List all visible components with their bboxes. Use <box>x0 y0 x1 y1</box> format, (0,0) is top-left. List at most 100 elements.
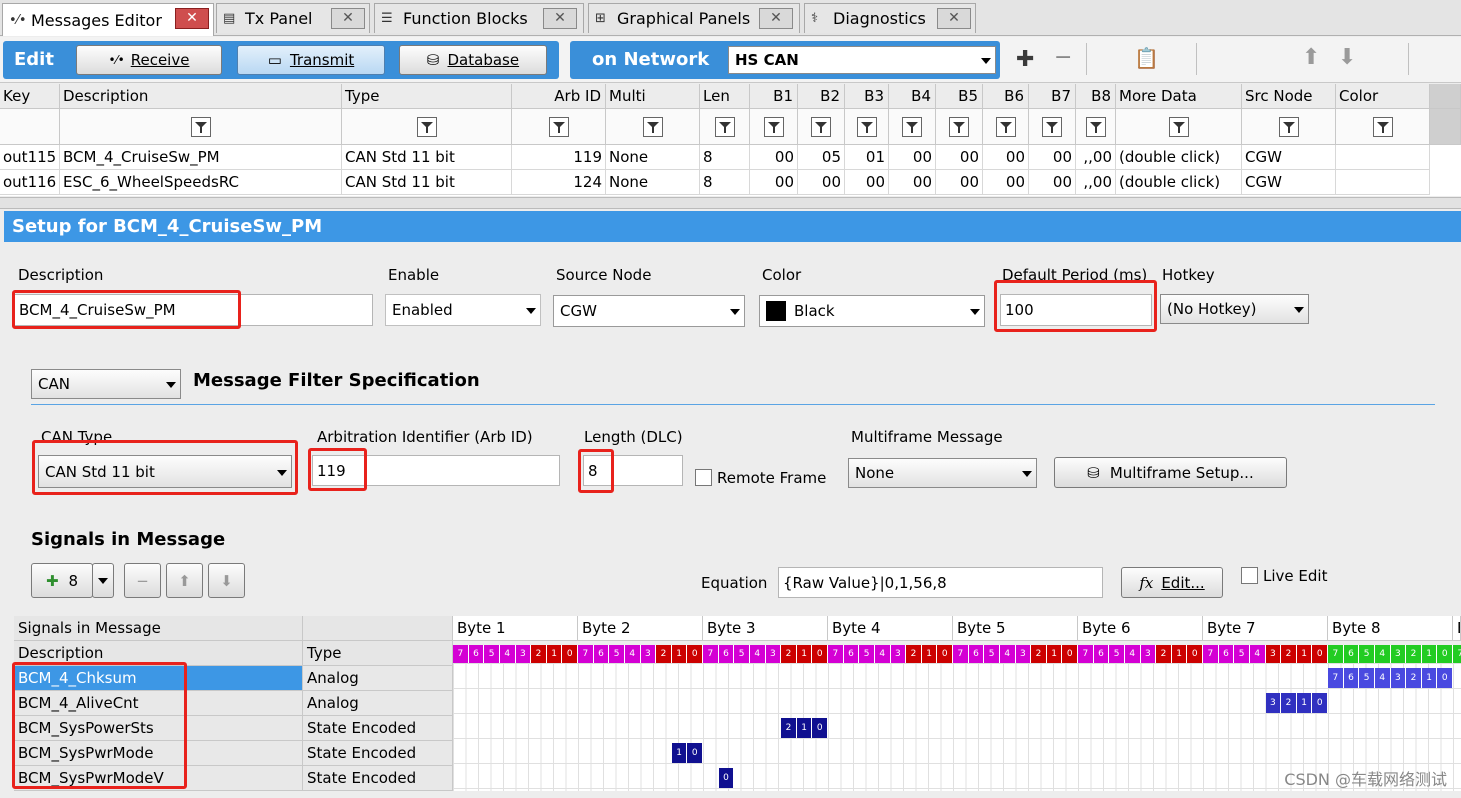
protocol-select[interactable]: CAN <box>31 369 181 399</box>
filter-icon[interactable] <box>548 116 569 137</box>
filter-icon[interactable] <box>902 116 922 137</box>
grid-scroll-gutter <box>1430 84 1461 109</box>
filter-icon[interactable] <box>1372 116 1393 137</box>
col-header-len[interactable]: Len <box>700 84 750 109</box>
bit-header-cell: 1 <box>796 645 813 663</box>
bit-header-cell: 6 <box>1343 645 1360 663</box>
edit-equation-button[interactable]: fx Edit... <box>1121 567 1223 598</box>
filter-icon[interactable] <box>763 116 784 137</box>
add-icon[interactable]: ✚ <box>1016 47 1034 72</box>
filter-icon[interactable] <box>949 116 969 137</box>
col-header-b4[interactable]: B4 <box>889 84 936 109</box>
filter-icon[interactable] <box>1278 116 1299 137</box>
col-header-description[interactable]: Description <box>60 84 342 109</box>
col-header-b8[interactable]: B8 <box>1076 84 1116 109</box>
col-header-arb-id[interactable]: Arb ID <box>512 84 606 109</box>
cell-b3: 01 <box>845 145 889 170</box>
add-signal-dropdown[interactable] <box>92 563 114 598</box>
byte-header: Byte 4 <box>828 616 953 641</box>
filter-icon[interactable] <box>995 116 1016 137</box>
equation-field[interactable]: {Raw Value}|0,1,56,8 <box>778 567 1103 598</box>
col-header-more-data[interactable]: More Data <box>1116 84 1242 109</box>
bit-header-cell: 1 <box>1296 645 1313 663</box>
col-header-color[interactable]: Color <box>1336 84 1430 109</box>
tab-messages-editor[interactable]: •⁄• Messages Editor ✕ <box>2 3 214 36</box>
filter-icon[interactable] <box>856 116 877 137</box>
col-header-description[interactable]: Description <box>14 641 303 666</box>
filter-cell <box>936 109 983 145</box>
close-icon[interactable]: ✕ <box>759 8 793 29</box>
multiframe-setup-button[interactable]: ⛁ Multiframe Setup... <box>1054 457 1287 488</box>
paste-icon[interactable]: 📋 <box>1134 46 1159 70</box>
filter-icon[interactable] <box>1168 116 1189 137</box>
move-up-icon[interactable]: ⬆ <box>1302 45 1320 70</box>
move-down-icon[interactable]: ⬇ <box>1338 45 1356 70</box>
multiframe-select[interactable]: None <box>848 458 1037 488</box>
col-header-src-node[interactable]: Src Node <box>1242 84 1336 109</box>
move-signal-down-button[interactable]: ⬇ <box>208 563 245 598</box>
close-icon[interactable]: ✕ <box>543 8 577 29</box>
description-field[interactable]: BCM_4_CruiseSw_PM <box>14 294 373 326</box>
tab-tx-panel[interactable]: ▤ Tx Panel ✕ <box>216 3 370 33</box>
col-header-b6[interactable]: B6 <box>983 84 1029 109</box>
signal-bit: 2 <box>781 718 797 738</box>
bit-header-cell: 7 <box>1078 645 1094 663</box>
col-header-b3[interactable]: B3 <box>845 84 889 109</box>
tab-graphical-panels[interactable]: ⊞ Graphical Panels ✕ <box>588 3 800 33</box>
close-icon[interactable]: ✕ <box>175 8 209 29</box>
col-header-b5[interactable]: B5 <box>936 84 983 109</box>
live-edit-checkbox[interactable] <box>1241 567 1258 584</box>
signal-bit: 1 <box>1421 668 1438 688</box>
col-header-b7[interactable]: B7 <box>1029 84 1076 109</box>
source-node-select[interactable]: CGW <box>553 295 745 327</box>
filter-icon[interactable] <box>190 116 211 137</box>
splitter[interactable] <box>0 197 1461 209</box>
add-signal-button[interactable]: ✚ 8 <box>31 563 93 598</box>
remove-icon[interactable]: − <box>1054 45 1072 70</box>
remote-frame-checkbox[interactable] <box>695 469 712 486</box>
period-field[interactable]: 100 <box>1000 294 1152 326</box>
tab-function-blocks[interactable]: ☰ Function Blocks ✕ <box>374 3 584 33</box>
bit-header-cell: 2 <box>656 645 672 663</box>
chevron-down-icon <box>526 308 536 314</box>
hotkey-select[interactable]: (No Hotkey) <box>1160 294 1309 324</box>
filter-icon[interactable] <box>642 116 663 137</box>
close-icon[interactable]: ✕ <box>937 8 971 29</box>
filter-icon[interactable] <box>1042 116 1062 137</box>
cell-b4: 00 <box>889 145 936 170</box>
filter-icon[interactable] <box>416 116 437 137</box>
receive-button[interactable]: •⁄• Receive <box>76 45 222 75</box>
color-select[interactable]: Black <box>759 295 985 327</box>
bit-header-cell: 2 <box>1031 645 1047 663</box>
filter-icon[interactable] <box>1085 116 1106 137</box>
move-signal-up-button[interactable]: ⬆ <box>166 563 203 598</box>
col-header-type[interactable]: Type <box>342 84 512 109</box>
database-button[interactable]: ⛁ Database <box>399 45 547 75</box>
col-header-b2[interactable]: B2 <box>798 84 845 109</box>
remove-signal-button[interactable]: − <box>124 563 161 598</box>
transmit-button[interactable]: ▭ Transmit <box>237 45 385 75</box>
signal-type: State Encoded <box>303 716 453 741</box>
tab-diagnostics[interactable]: ⚕ Diagnostics ✕ <box>804 3 976 33</box>
filter-icon[interactable] <box>811 116 831 137</box>
network-select[interactable]: HS CAN <box>728 46 996 74</box>
cell-more-data[interactable]: (double click) <box>1116 170 1242 195</box>
cell-more-data[interactable]: (double click) <box>1116 145 1242 170</box>
col-header-multi[interactable]: Multi <box>606 84 700 109</box>
arb-id-field[interactable]: 119 <box>312 455 560 486</box>
close-icon[interactable]: ✕ <box>331 8 365 29</box>
col-header-b1[interactable]: B1 <box>750 84 798 109</box>
source-node-label: Source Node <box>556 266 652 284</box>
cell-b2: 05 <box>798 145 845 170</box>
enable-select[interactable]: Enabled <box>385 294 541 326</box>
col-header-key[interactable]: Key <box>0 84 60 109</box>
filter-cell <box>60 109 342 145</box>
filter-icon[interactable] <box>714 116 735 137</box>
length-field[interactable]: 8 <box>583 455 683 486</box>
move-down-icon: ⬇ <box>220 571 233 590</box>
remote-frame-label: Remote Frame <box>717 469 827 487</box>
col-header-type[interactable]: Type <box>303 641 453 666</box>
transmit-icon: ▭ <box>267 51 282 69</box>
bit-header-cell: 5 <box>1234 645 1250 663</box>
can-type-select[interactable]: CAN Std 11 bit <box>38 455 292 488</box>
